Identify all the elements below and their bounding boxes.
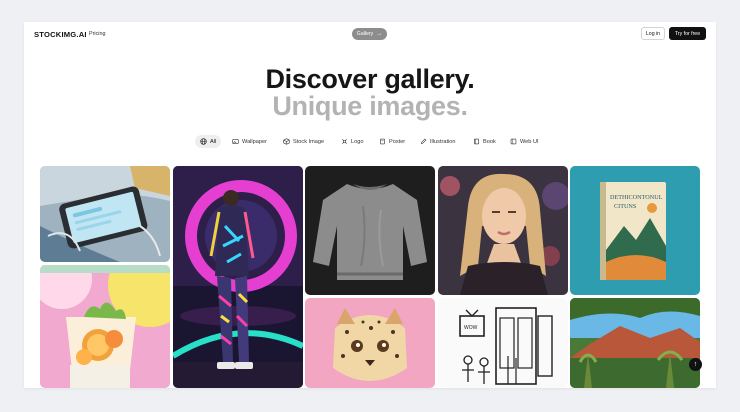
- tab-label: Poster: [389, 138, 406, 145]
- globe-icon: [200, 138, 207, 145]
- tab-label: Illustration: [430, 138, 456, 145]
- book-cover-title: DETHICONTONUL: [610, 194, 663, 201]
- tab-stock-image[interactable]: Stock Image: [283, 135, 324, 148]
- tab-all[interactable]: All: [195, 135, 222, 148]
- gallery-image-sketch[interactable]: WOW: [438, 298, 568, 388]
- tab-label: Logo: [351, 138, 364, 145]
- gallery-nav-button[interactable]: Gallery →: [352, 28, 387, 40]
- nav-pricing-link[interactable]: Pricing: [89, 31, 105, 37]
- category-tabs: All Wallpaper Stock Image Logo Poster Il…: [24, 135, 716, 148]
- tab-logo[interactable]: Logo: [341, 135, 363, 148]
- gallery-image-drink[interactable]: [40, 265, 170, 388]
- gallery-label: Gallery: [356, 31, 374, 37]
- gallery-image-book[interactable]: DETHICONTONUL CITUNS: [570, 166, 700, 295]
- arrow-up-icon: ↑: [693, 361, 698, 368]
- svg-text:WOW: WOW: [464, 325, 478, 331]
- book-icon: [474, 138, 479, 145]
- hero-title: Discover gallery.: [265, 64, 475, 94]
- layout-icon: [510, 138, 517, 145]
- gallery-image-neon-figure[interactable]: [173, 166, 303, 388]
- tab-web-ui[interactable]: Web UI: [510, 135, 539, 148]
- tab-label: Web UI: [520, 138, 539, 145]
- tab-label: All: [210, 138, 217, 145]
- try-for-free-button[interactable]: Try for free: [669, 27, 706, 40]
- gallery-image-cheetah-cub[interactable]: [305, 298, 435, 388]
- gallery-image-portrait[interactable]: [438, 166, 568, 295]
- tab-poster[interactable]: Poster: [379, 135, 405, 148]
- app-window: STOCKIMG.AI Pricing Gallery → Log in Try…: [24, 22, 716, 388]
- tab-book[interactable]: Book: [473, 135, 496, 148]
- gallery-image-sweatshirt[interactable]: [305, 166, 435, 295]
- tab-label: Stock Image: [293, 138, 325, 145]
- poster-icon: [380, 138, 385, 145]
- pen-icon: [421, 138, 427, 144]
- book-cover-subtitle: CITUNS: [614, 203, 637, 210]
- brand-logo[interactable]: STOCKIMG.AI: [34, 30, 87, 39]
- login-button[interactable]: Log in: [641, 27, 665, 40]
- logo-icon: [342, 139, 347, 144]
- scroll-to-top-button[interactable]: ↑: [689, 358, 702, 371]
- tab-label: Wallpaper: [242, 138, 267, 145]
- arrow-right-icon: →: [376, 31, 383, 37]
- box-icon: [283, 138, 290, 145]
- hero-subtitle: Unique images.: [272, 91, 468, 121]
- tab-illustration[interactable]: Illustration: [420, 135, 456, 148]
- gallery-image-tablet[interactable]: [40, 166, 170, 262]
- tab-label: Book: [483, 138, 496, 145]
- tab-wallpaper[interactable]: Wallpaper: [232, 135, 267, 148]
- image-icon: [232, 139, 239, 144]
- gallery-image-landscape[interactable]: [570, 298, 700, 388]
